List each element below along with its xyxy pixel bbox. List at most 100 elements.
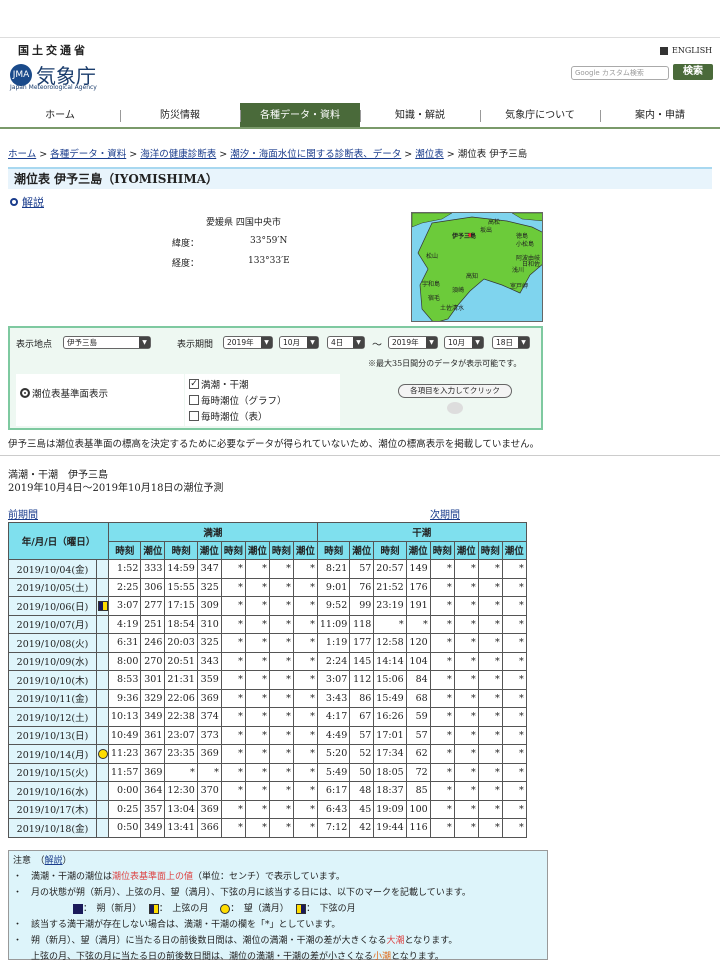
section-subtitle: 2019年10月4日〜2019年10月18日の潮位予測 (8, 483, 224, 494)
lon-label: 経度： (172, 259, 200, 269)
high-tide-cell: * (268, 707, 294, 727)
high-tide-cell: * (292, 818, 318, 838)
low-tide-cell: * (477, 688, 503, 708)
moon-cell (96, 818, 109, 838)
high-tide-cell: * (292, 670, 318, 690)
high-tide-cell: 13:41 (164, 818, 198, 838)
from-month-select[interactable]: 10月 ▼ (279, 336, 319, 349)
kaisetsu-label[interactable]: 解説 (22, 194, 44, 210)
submit-button[interactable]: 各項目を入力してクリック (398, 384, 512, 398)
datum-radio[interactable]: 潮位表基準面表示 (20, 386, 108, 400)
search-input[interactable]: Google カスタム検索 (571, 66, 669, 80)
high-tide-cell: 23:35 (164, 744, 198, 764)
english-link[interactable]: ENGLISH (660, 46, 712, 55)
low-tide-cell: * (477, 744, 503, 764)
low-tide-cell: 6:43 (316, 799, 351, 819)
low-tide-cell: 118 (349, 614, 375, 634)
high-tide-cell: 14:59 (164, 559, 198, 579)
moon-cell (96, 799, 109, 819)
to-day-select[interactable]: 18日 ▼ (492, 336, 530, 349)
nav-guide[interactable]: 案内・申請 (600, 103, 720, 127)
first-quarter-label: ： 上弦の月 (158, 904, 209, 914)
high-tide-cell: 270 (140, 651, 166, 671)
display-settings-form: 表示地点 伊予三島 ▼ 表示期間 2019年 ▼ 10月 ▼ 4日 ▼ 〜 2019年 ▼… (8, 326, 543, 430)
breadcrumb-link[interactable]: 潮位表 (415, 149, 444, 160)
high-tide-cell: * (220, 614, 246, 634)
notes-kaisetsu-link[interactable]: 解説 (45, 856, 63, 866)
prev-period-link[interactable]: 前期間 (8, 506, 38, 521)
checkbox-icon (189, 395, 199, 405)
low-tide-cell: * (501, 559, 527, 579)
high-tide-cell: * (164, 762, 198, 782)
high-tide-cell: * (244, 596, 270, 616)
high-tide-cell: * (292, 707, 318, 727)
nav-knowledge[interactable]: 知識・解説 (360, 103, 480, 127)
high-tide-cell: 357 (140, 799, 166, 819)
low-tide-cell: 19:09 (373, 799, 407, 819)
low-tide-cell: * (453, 559, 479, 579)
date-cell: 2019/10/11(金) (8, 688, 97, 708)
table-row: 2019/10/13(日) 10:49 361 23:07 373 * * * * 4:49 57 1… (8, 725, 527, 745)
low-tide-cell: * (477, 725, 503, 745)
check-hourly-table[interactable]: 毎時潮位（表） (189, 409, 268, 423)
low-tide-cell: 17:01 (373, 725, 407, 745)
date-cell: 2019/10/14(月) (8, 744, 97, 764)
moon-cell (96, 577, 109, 597)
moon-cell (96, 725, 109, 745)
high-tide-cell: 373 (196, 725, 222, 745)
location-select[interactable]: 伊予三島 ▼ (63, 336, 151, 349)
high-tide-cell: 11:57 (107, 762, 142, 782)
low-tide-cell: 5:20 (316, 744, 351, 764)
low-tide-cell: 62 (405, 744, 431, 764)
check-tide[interactable]: ✓ 満潮・干潮 (189, 377, 249, 391)
breadcrumb-link[interactable]: 各種データ・資料 (50, 149, 126, 160)
high-tide-cell: 306 (140, 577, 166, 597)
nav-home[interactable]: ホーム (0, 103, 120, 127)
low-tide-cell: 3:07 (316, 670, 351, 690)
low-tide-cell: * (477, 559, 503, 579)
high-tide-cell: 8:00 (107, 651, 142, 671)
from-day-select[interactable]: 4日 ▼ (327, 336, 365, 349)
high-tide-cell: * (292, 725, 318, 745)
next-period-link[interactable]: 次期間 (430, 506, 460, 521)
level-col-header: 潮位 (501, 540, 527, 560)
moon-cell (96, 596, 109, 616)
from-year-select[interactable]: 2019年 ▼ (223, 336, 273, 349)
low-tide-cell: * (429, 688, 455, 708)
kaisetsu-link[interactable]: 解説 (10, 194, 44, 210)
check-hourly-graph[interactable]: 毎時潮位（グラフ） (189, 393, 287, 407)
low-tide-cell: * (453, 799, 479, 819)
to-year-select[interactable]: 2019年 ▼ (388, 336, 438, 349)
moon-cell (96, 559, 109, 579)
note-4-post: となります。 (404, 936, 458, 946)
low-tide-cell: * (373, 614, 407, 634)
time-col-header: 時刻 (107, 540, 142, 560)
level-col-header: 潮位 (244, 540, 270, 560)
low-tide-cell: 2:24 (316, 651, 351, 671)
map-label: 宇和島 (422, 281, 441, 288)
note-1-pre: 満潮・干潮の潮位は (31, 872, 113, 882)
high-tide-cell: 349 (140, 707, 166, 727)
date-cell: 2019/10/18(金) (8, 818, 97, 838)
nav-data[interactable]: 各種データ・資料 (240, 103, 360, 127)
high-tide-cell: 366 (196, 818, 222, 838)
high-tide-cell: * (268, 762, 294, 782)
search-button[interactable]: 検索 (673, 64, 713, 80)
low-tide-cell: 20:57 (373, 559, 407, 579)
low-tide-cell: * (477, 818, 503, 838)
low-tide-cell: 23:19 (373, 596, 407, 616)
checkbox-panel: ✓ 満潮・干潮 毎時潮位（グラフ） 毎時潮位（表） (185, 374, 340, 426)
low-tide-cell: * (429, 799, 455, 819)
high-tide-cell: * (268, 688, 294, 708)
low-tide-cell: 50 (349, 762, 375, 782)
low-tide-cell: * (501, 670, 527, 690)
low-tide-cell: 8:21 (316, 559, 351, 579)
low-tide-cell: * (477, 651, 503, 671)
breadcrumb-link[interactable]: 潮汐・海面水位に関する診断表、データ (230, 149, 401, 160)
nav-bosai[interactable]: 防災情報 (120, 103, 240, 127)
breadcrumb-link[interactable]: ホーム (8, 149, 36, 160)
high-tide-cell: 325 (196, 577, 222, 597)
breadcrumb-link[interactable]: 海洋の健康診断表 (140, 149, 216, 160)
to-month-select[interactable]: 10月 ▼ (444, 336, 484, 349)
nav-about[interactable]: 気象庁について (480, 103, 600, 127)
